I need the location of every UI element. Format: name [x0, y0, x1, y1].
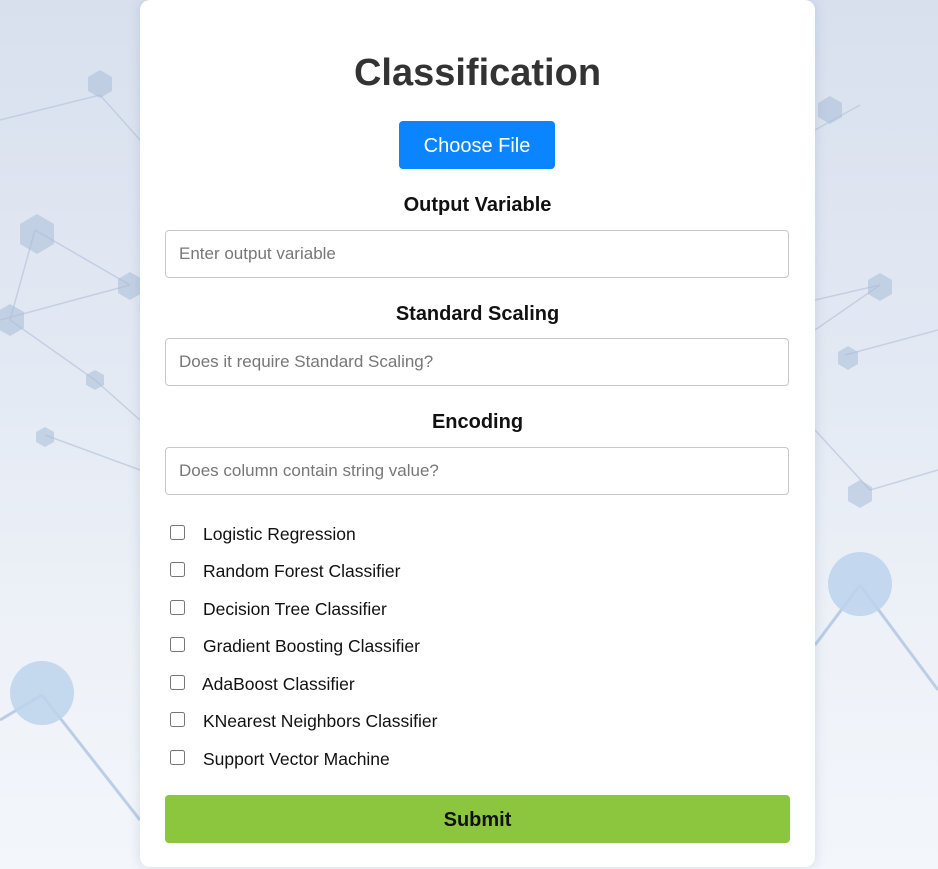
model-option-label: KNearest Neighbors Classifier [203, 711, 438, 731]
model-option-label: Logistic Regression [203, 524, 356, 544]
gradient-boosting-checkbox[interactable] [170, 636, 185, 652]
decision-tree-checkbox[interactable] [170, 599, 185, 615]
output-variable-label: Output Variable [403, 194, 552, 216]
model-option-label: AdaBoost Classifier [202, 674, 355, 694]
encoding-input[interactable] [165, 447, 789, 495]
support-vector-machine-checkbox[interactable] [170, 749, 185, 765]
model-option-label: Gradient Boosting Classifier [203, 636, 420, 656]
logistic-regression-checkbox[interactable] [170, 524, 185, 540]
model-option-logistic-regression[interactable]: Logistic Regression [170, 522, 356, 546]
adaboost-checkbox[interactable] [170, 674, 185, 690]
output-variable-input[interactable] [165, 230, 789, 278]
encoding-label: Encoding [431, 411, 524, 433]
model-option-adaboost[interactable]: AdaBoost Classifier [170, 672, 355, 696]
model-option-label: Decision Tree Classifier [203, 599, 387, 619]
model-option-gradient-boosting[interactable]: Gradient Boosting Classifier [170, 634, 420, 658]
model-option-random-forest[interactable]: Random Forest Classifier [170, 559, 400, 583]
model-option-label: Support Vector Machine [203, 749, 390, 769]
standard-scaling-label: Standard Scaling [395, 303, 560, 325]
model-option-label: Random Forest Classifier [203, 561, 401, 581]
standard-scaling-input[interactable] [165, 338, 789, 386]
model-option-support-vector-machine[interactable]: Support Vector Machine [170, 747, 390, 771]
page-title: Classification [353, 52, 602, 94]
choose-file-button[interactable]: Choose File [399, 121, 555, 169]
model-option-decision-tree[interactable]: Decision Tree Classifier [170, 597, 387, 621]
random-forest-checkbox[interactable] [170, 561, 185, 577]
model-option-knearest-neighbors[interactable]: KNearest Neighbors Classifier [170, 709, 437, 733]
submit-button[interactable]: Submit [165, 795, 790, 843]
form-card: Classification Choose File Output Variab… [140, 0, 815, 867]
knearest-neighbors-checkbox[interactable] [170, 711, 185, 727]
